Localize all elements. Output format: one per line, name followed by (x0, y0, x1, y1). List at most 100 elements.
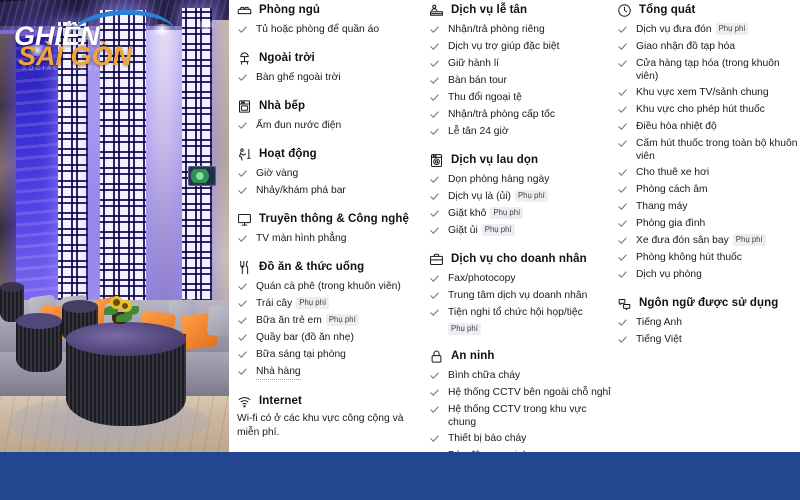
amenity-item-label-tooltip[interactable]: Nhà hàng (256, 365, 301, 380)
amenity-item: Nhảy/khám phá bar (237, 182, 428, 199)
amenity-item-content: Phòng cách âm (636, 183, 708, 196)
check-icon (237, 168, 250, 181)
amenity-item: Nhà hàng (237, 363, 428, 381)
amenity-item-label: Khu vực cho phép hút thuốc (636, 103, 765, 115)
bed-icon (236, 2, 252, 18)
check-icon (429, 387, 442, 400)
amenity-group: Phòng ngủ Tủ hoặc phòng để quần áo (236, 2, 428, 38)
amenity-item-label: Dọn phòng hàng ngày (448, 173, 550, 185)
amenity-item-label: Tủ hoặc phòng để quần áo (256, 23, 380, 35)
amenity-group: Truyền thông & Công nghệ TV màn hình phẳn… (236, 211, 428, 247)
amenity-item: Nhận/trả phòng cấp tốc (429, 106, 616, 123)
check-icon (429, 58, 442, 71)
amenity-item-content: Cấm hút thuốc trong toàn bộ khuôn viên (636, 137, 800, 163)
washing-machine-icon (428, 152, 444, 168)
surcharge-badge: Phụ phí (325, 314, 359, 326)
amenity-item-label: Dịch vụ là (ủi) (448, 190, 511, 202)
amenity-item-content: Phòng gia đình (636, 217, 705, 230)
check-icon (429, 191, 442, 204)
check-icon (617, 218, 630, 231)
amenity-group-header: An ninh (428, 348, 616, 364)
kitchen-oven-icon (236, 98, 252, 114)
amenity-item-label: Giao nhận đồ tạp hóa (636, 40, 736, 52)
amenity-item-content: Hệ thống CCTV bên ngoài chỗ nghỉ (448, 386, 611, 399)
amenity-item: Khu vực cho phép hút thuốc (617, 101, 800, 118)
amenity-item-content: Nhận/trả phòng riêng (448, 23, 545, 36)
amenity-item: Điều hòa nhiệt độ (617, 118, 800, 135)
amenity-item-content: Tiếng Việt (636, 333, 682, 346)
amenity-item-content: Điều hòa nhiệt độ (636, 120, 717, 133)
amenity-item: Quán cà phê (trong khuôn viên) (237, 278, 428, 295)
surcharge-badge: Phụ phí (490, 207, 524, 219)
amenity-item-content: Thu đổi ngoại tệ (448, 91, 522, 104)
amenity-item: Fax/photocopy (429, 270, 616, 287)
amenity-item-label: Tiếng Việt (636, 333, 682, 345)
amenity-group-title: Tổng quát (639, 3, 696, 16)
amenity-item-content: Fax/photocopy (448, 272, 516, 285)
amenity-item-content: Bàn ghế ngoài trời (256, 71, 341, 84)
photo-coffee-table-top (66, 322, 186, 356)
photo-cushion-gray-5 (206, 305, 229, 337)
amenity-item: Giao nhận đồ tạp hóa (617, 38, 800, 55)
amenity-item-label: Bàn bán tour (448, 74, 507, 86)
amenity-item: Tiếng Việt (617, 331, 800, 348)
amenity-item-label: Thu đổi ngoại tệ (448, 91, 522, 103)
tv-monitor-icon (236, 211, 252, 227)
amenity-item: Tiếng Anh (617, 314, 800, 331)
check-icon (617, 24, 630, 37)
amenity-item: Cửa hàng tạp hóa (trong khuôn viên) (617, 55, 800, 84)
amenity-item-content: Giao nhận đồ tạp hóa (636, 40, 735, 53)
check-icon (617, 201, 630, 214)
check-icon (617, 87, 630, 100)
speech-bubbles-icon (616, 295, 632, 311)
amenity-item-content: Thiết bị báo cháy (448, 432, 526, 445)
photo-sunflower-center-1 (113, 299, 120, 306)
photo-wall-tv-screen (191, 169, 213, 183)
amenity-item-label: Bàn ghế ngoài trời (256, 71, 341, 83)
check-icon (429, 433, 442, 446)
surcharge-badge: Phụ phí (481, 224, 515, 236)
bottom-brand-bar (0, 452, 800, 500)
amenity-item-label: Phòng cách âm (636, 183, 708, 195)
check-icon (237, 120, 250, 133)
amenities-column-3: Tổng quát Dịch vụ đưa đón Phụ phí Giao nhận… (616, 0, 800, 452)
amenity-item-content: Nhà hàng (256, 365, 301, 380)
check-icon (429, 370, 442, 383)
surcharge-badge: Phụ phí (448, 322, 481, 335)
amenity-item-label: Bữa sáng tại phòng (256, 348, 346, 360)
amenity-item: Giặt khô Phụ phí (429, 205, 616, 222)
amenity-item-label: Thang máy (636, 200, 688, 212)
amenity-item: Bình chữa cháy (429, 367, 616, 384)
amenity-item: Thu đổi ngoại tệ (429, 89, 616, 106)
check-icon (237, 185, 250, 198)
amenities-column-2: Dịch vụ lễ tân Nhận/trả phòng riêng Dịch v… (428, 0, 616, 495)
surcharge-badge: Phụ phí (296, 297, 330, 309)
amenity-group-title: Dịch vụ lễ tân (451, 3, 528, 16)
amenity-group-title: Nhà bếp (259, 99, 306, 112)
amenity-item-content: TV màn hình phẳng (256, 232, 346, 245)
amenity-item: Giữ hành lí (429, 55, 616, 72)
amenity-group-title: Ngôn ngữ được sử dụng (639, 296, 779, 309)
check-icon (429, 404, 442, 417)
amenity-group-header: Dịch vụ lễ tân (428, 2, 616, 18)
photo-leaf-3 (116, 314, 132, 322)
check-icon (617, 334, 630, 347)
amenity-item: Phòng gia đình (617, 215, 800, 232)
lock-icon (428, 348, 444, 364)
amenity-item: Trái cây Phụ phí (237, 295, 428, 312)
amenity-item-label: Phòng gia đình (636, 217, 706, 229)
amenity-item-label: Trung tâm dịch vụ doanh nhân (448, 289, 588, 301)
wifi-icon (236, 393, 252, 409)
amenity-group-title: Phòng ngủ (259, 3, 320, 16)
amenity-group-header: Phòng ngủ (236, 2, 428, 18)
amenity-group-title: Ngoài trời (259, 51, 315, 64)
amenity-item-content: Dịch vụ là (ủi) Phụ phí (448, 190, 548, 203)
amenity-item-content: Quán cà phê (trong khuôn viên) (256, 280, 401, 293)
amenity-item-label: Khu vực xem TV/sảnh chung (636, 86, 769, 98)
check-icon (429, 92, 442, 105)
amenity-item-content: Lễ tân 24 giờ (448, 125, 509, 138)
reception-desk-icon (428, 2, 444, 18)
amenity-item: Ấm đun nước điện (237, 117, 428, 134)
amenity-item-content: Giặt khô Phụ phí (448, 207, 524, 220)
check-icon (617, 317, 630, 330)
